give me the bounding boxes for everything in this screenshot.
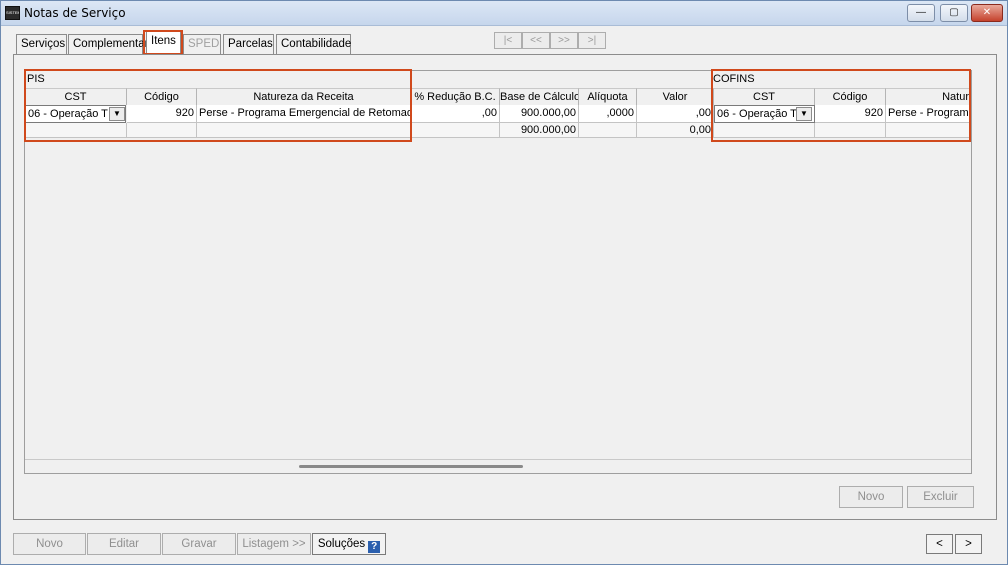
cofins-natureza-cell[interactable]: Perse - Programa: [886, 105, 971, 123]
save-button: Gravar: [162, 533, 236, 555]
total-cell: [197, 123, 411, 138]
tab-servicos[interactable]: Serviços: [16, 34, 67, 54]
total-cell: [579, 123, 637, 138]
panel-delete-button: Excluir: [907, 486, 974, 508]
tab-itens[interactable]: Itens: [146, 31, 181, 54]
header-aliquota: Alíquota: [579, 88, 637, 105]
header-pis-cst: CST: [25, 88, 127, 105]
header-valor: Valor: [637, 88, 714, 105]
nav-prev-button[interactable]: <<: [522, 32, 550, 49]
header-pis-natureza: Natureza da Receita: [197, 88, 411, 105]
cofins-cst-select[interactable]: 06 - Operação T ▼: [714, 105, 815, 123]
pis-cst-select[interactable]: 06 - Operação T ▼: [25, 105, 126, 123]
chevron-down-icon[interactable]: ▼: [796, 107, 812, 121]
help-icon: ?: [368, 541, 381, 553]
reducao-bc-cell[interactable]: ,00: [411, 105, 500, 123]
chevron-down-icon[interactable]: ▼: [109, 107, 125, 121]
total-cell: [886, 123, 971, 138]
window-title: Notas de Serviço: [24, 6, 126, 20]
header-cofins-cst: CST: [714, 88, 815, 105]
items-panel: PIS COFINS CST Código Natureza da Receit…: [13, 54, 997, 520]
solutions-button[interactable]: Soluções?: [312, 533, 386, 555]
pis-section-label: PIS: [27, 73, 45, 85]
title-bar: SISTEMA Notas de Serviço — ▢ ✕: [1, 1, 1007, 26]
maximize-button[interactable]: ▢: [940, 4, 968, 22]
cofins-cst-value: 06 - Operação T: [717, 108, 797, 120]
horizontal-scrollbar[interactable]: [25, 459, 971, 473]
solutions-label: Soluções: [317, 538, 366, 550]
pis-cst-value: 06 - Operação T: [28, 108, 108, 120]
header-cofins-codigo: Código: [815, 88, 886, 105]
nav-next-button[interactable]: >>: [550, 32, 578, 49]
cofins-section-label: COFINS: [713, 73, 755, 85]
app-logo-icon: SISTEMA: [5, 6, 20, 20]
nav-last-button[interactable]: >|: [578, 32, 606, 49]
total-cell: [815, 123, 886, 138]
aliquota-cell[interactable]: ,0000: [579, 105, 637, 123]
tax-grid: PIS COFINS CST Código Natureza da Receit…: [24, 70, 972, 474]
panel-new-button: Novo: [839, 486, 903, 508]
cofins-codigo-cell[interactable]: 920: [815, 105, 886, 123]
total-base-calculo: 900.000,00: [500, 123, 579, 138]
total-cell: [714, 123, 815, 138]
total-cell: [25, 123, 127, 138]
total-cell: [411, 123, 500, 138]
tab-sped: SPED: [183, 34, 221, 54]
tab-contabilidade[interactable]: Contabilidade: [276, 34, 351, 54]
header-base-calculo: Base de Cálculo: [500, 88, 579, 105]
listing-button: Listagem >>: [237, 533, 311, 555]
app-window: SISTEMA Notas de Serviço — ▢ ✕ Serviços …: [0, 0, 1008, 565]
total-cell: [127, 123, 197, 138]
tab-parcelas[interactable]: Parcelas: [223, 34, 274, 54]
previous-record-button[interactable]: <: [926, 534, 953, 554]
tab-complementar[interactable]: Complementar: [68, 34, 148, 54]
new-button: Novo: [13, 533, 86, 555]
base-calculo-cell[interactable]: 900.000,00: [500, 105, 579, 123]
pis-codigo-cell[interactable]: 920: [127, 105, 197, 123]
scrollbar-thumb[interactable]: [299, 465, 523, 468]
total-valor: 0,00: [637, 123, 714, 138]
next-record-button[interactable]: >: [955, 534, 982, 554]
close-button[interactable]: ✕: [971, 4, 1003, 22]
header-reducao-bc: % Redução B.C.: [411, 88, 500, 105]
edit-button: Editar: [87, 533, 161, 555]
valor-cell[interactable]: ,00: [637, 105, 714, 123]
pis-natureza-cell[interactable]: Perse - Programa Emergencial de Retomado: [197, 105, 411, 123]
header-pis-codigo: Código: [127, 88, 197, 105]
header-cofins-natureza: Natur: [886, 88, 971, 105]
nav-first-button[interactable]: |<: [494, 32, 522, 49]
minimize-button[interactable]: —: [907, 4, 935, 22]
